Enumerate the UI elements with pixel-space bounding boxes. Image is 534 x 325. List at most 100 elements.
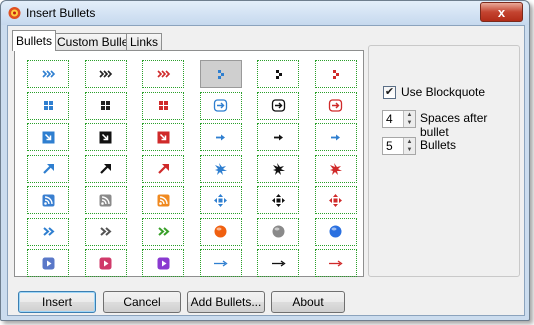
bullet-option[interactable] bbox=[142, 154, 184, 183]
title-bar: Insert Bullets x bbox=[1, 1, 529, 25]
bullet-option[interactable] bbox=[199, 249, 242, 277]
square-arrow-down-right-icon bbox=[42, 131, 54, 143]
bullet-option[interactable] bbox=[84, 186, 127, 214]
bullet-option[interactable] bbox=[257, 154, 299, 183]
bullets-count-spinner[interactable]: 5 ▲ ▼ bbox=[382, 137, 416, 155]
four-way-arrow-icon bbox=[214, 193, 227, 207]
triple-chevron-right-icon bbox=[41, 69, 55, 78]
bullet-option[interactable] bbox=[257, 186, 299, 214]
small-arrow-right-icon bbox=[273, 134, 283, 140]
window-title: Insert Bullets bbox=[26, 6, 96, 20]
spaces-after-bullet-value: 4 bbox=[386, 112, 393, 126]
dots-pointer-icon bbox=[333, 69, 339, 79]
bullet-option[interactable] bbox=[27, 60, 69, 88]
square-arrow-down-right-icon bbox=[157, 131, 169, 143]
double-chevron-right-icon bbox=[100, 227, 112, 236]
bullet-option[interactable] bbox=[27, 186, 69, 214]
play-square-icon bbox=[157, 257, 169, 269]
bullet-option[interactable] bbox=[199, 91, 242, 120]
square-arrow-down-right-icon bbox=[99, 131, 112, 143]
bullet-option[interactable] bbox=[314, 60, 357, 88]
bullet-option[interactable] bbox=[257, 123, 299, 151]
bullet-option[interactable] bbox=[142, 91, 184, 120]
check-mark-icon: ✔ bbox=[384, 86, 395, 98]
small-arrow-right-icon bbox=[331, 134, 340, 140]
dialog-body: Bullets Custom Bullets Links ✔ Use Block… bbox=[7, 25, 525, 316]
bullet-option[interactable] bbox=[314, 154, 357, 183]
orb-icon bbox=[329, 225, 342, 238]
dots-pointer-icon bbox=[275, 69, 282, 79]
bullet-option[interactable] bbox=[314, 91, 357, 120]
insert-button[interactable]: Insert bbox=[18, 291, 96, 313]
bullet-option[interactable] bbox=[314, 123, 357, 151]
spaces-after-bullet-spinner[interactable]: 4 ▲ ▼ bbox=[382, 110, 416, 128]
bullet-option[interactable] bbox=[27, 91, 69, 120]
boxed-arrow-right-icon bbox=[271, 99, 285, 112]
triple-chevron-right-icon bbox=[99, 69, 113, 78]
bullet-option[interactable] bbox=[199, 154, 242, 183]
splat-arrow-icon bbox=[215, 163, 227, 175]
cancel-button[interactable]: Cancel bbox=[103, 291, 181, 313]
close-button[interactable]: x bbox=[480, 2, 523, 22]
dots-pointer-icon bbox=[218, 69, 224, 79]
orb-icon bbox=[214, 225, 227, 238]
arrow-up-right-icon bbox=[100, 164, 111, 174]
bullet-option[interactable] bbox=[257, 249, 299, 277]
arrow-up-right-icon bbox=[42, 164, 54, 174]
bullet-option[interactable] bbox=[27, 217, 69, 246]
small-arrow-right-icon bbox=[216, 134, 225, 140]
four-squares-icon bbox=[158, 101, 168, 110]
four-way-arrow-icon bbox=[329, 193, 342, 207]
tab-bullets[interactable]: Bullets bbox=[12, 30, 57, 51]
arrow-up-right-icon bbox=[157, 164, 169, 174]
orb-icon bbox=[272, 225, 284, 238]
use-blockquote-label: Use Blockquote bbox=[401, 85, 486, 99]
four-way-arrow-icon bbox=[271, 193, 285, 207]
play-square-icon bbox=[42, 257, 54, 269]
bullet-option[interactable] bbox=[142, 186, 184, 214]
long-arrow-right-icon bbox=[214, 259, 228, 267]
spin-down-icon[interactable]: ▼ bbox=[403, 146, 415, 154]
bullet-option[interactable] bbox=[142, 60, 184, 88]
bullet-option[interactable] bbox=[27, 123, 69, 151]
use-blockquote-checkbox[interactable]: ✔ bbox=[383, 86, 396, 99]
rss-feed-icon bbox=[99, 194, 112, 206]
bullet-option[interactable] bbox=[199, 60, 242, 88]
bullet-option[interactable] bbox=[314, 249, 357, 277]
tab-links[interactable]: Links bbox=[126, 33, 163, 50]
add-bullets-button[interactable]: Add Bullets... bbox=[187, 291, 265, 313]
bullet-option[interactable] bbox=[84, 123, 127, 151]
bullet-option[interactable] bbox=[142, 249, 184, 277]
bullet-option[interactable] bbox=[199, 217, 242, 246]
bullet-option[interactable] bbox=[257, 60, 299, 88]
bullet-option[interactable] bbox=[84, 217, 127, 246]
bullet-option[interactable] bbox=[314, 217, 357, 246]
bullet-option[interactable] bbox=[142, 217, 184, 246]
bullet-option[interactable] bbox=[84, 60, 127, 88]
spin-up-icon[interactable]: ▲ bbox=[403, 138, 415, 146]
splat-arrow-icon bbox=[272, 163, 285, 175]
bullet-option[interactable] bbox=[199, 123, 242, 151]
spin-down-icon[interactable]: ▼ bbox=[403, 119, 415, 127]
bullet-option[interactable] bbox=[314, 186, 357, 214]
bullet-option[interactable] bbox=[27, 249, 69, 277]
bullets-tab-panel bbox=[14, 50, 364, 277]
long-arrow-right-icon bbox=[271, 259, 286, 267]
bullets-count-label: Bullets bbox=[420, 138, 457, 152]
bullet-option[interactable] bbox=[84, 91, 127, 120]
double-chevron-right-icon bbox=[42, 227, 55, 236]
bullet-option[interactable] bbox=[142, 123, 184, 151]
bullet-option[interactable] bbox=[84, 249, 127, 277]
bullet-option[interactable] bbox=[199, 186, 242, 214]
triple-chevron-right-icon bbox=[156, 69, 170, 78]
about-button[interactable]: About bbox=[271, 291, 345, 313]
bullet-option[interactable] bbox=[27, 154, 69, 183]
bullet-option[interactable] bbox=[84, 154, 127, 183]
long-arrow-right-icon bbox=[329, 259, 343, 267]
double-chevron-right-icon bbox=[157, 227, 170, 236]
close-icon: x bbox=[497, 4, 506, 20]
bullet-option[interactable] bbox=[257, 217, 299, 246]
spin-up-icon[interactable]: ▲ bbox=[403, 111, 415, 119]
bullet-option[interactable] bbox=[257, 91, 299, 120]
options-panel: ✔ Use Blockquote 4 ▲ ▼ Spaces after bull… bbox=[368, 45, 520, 277]
